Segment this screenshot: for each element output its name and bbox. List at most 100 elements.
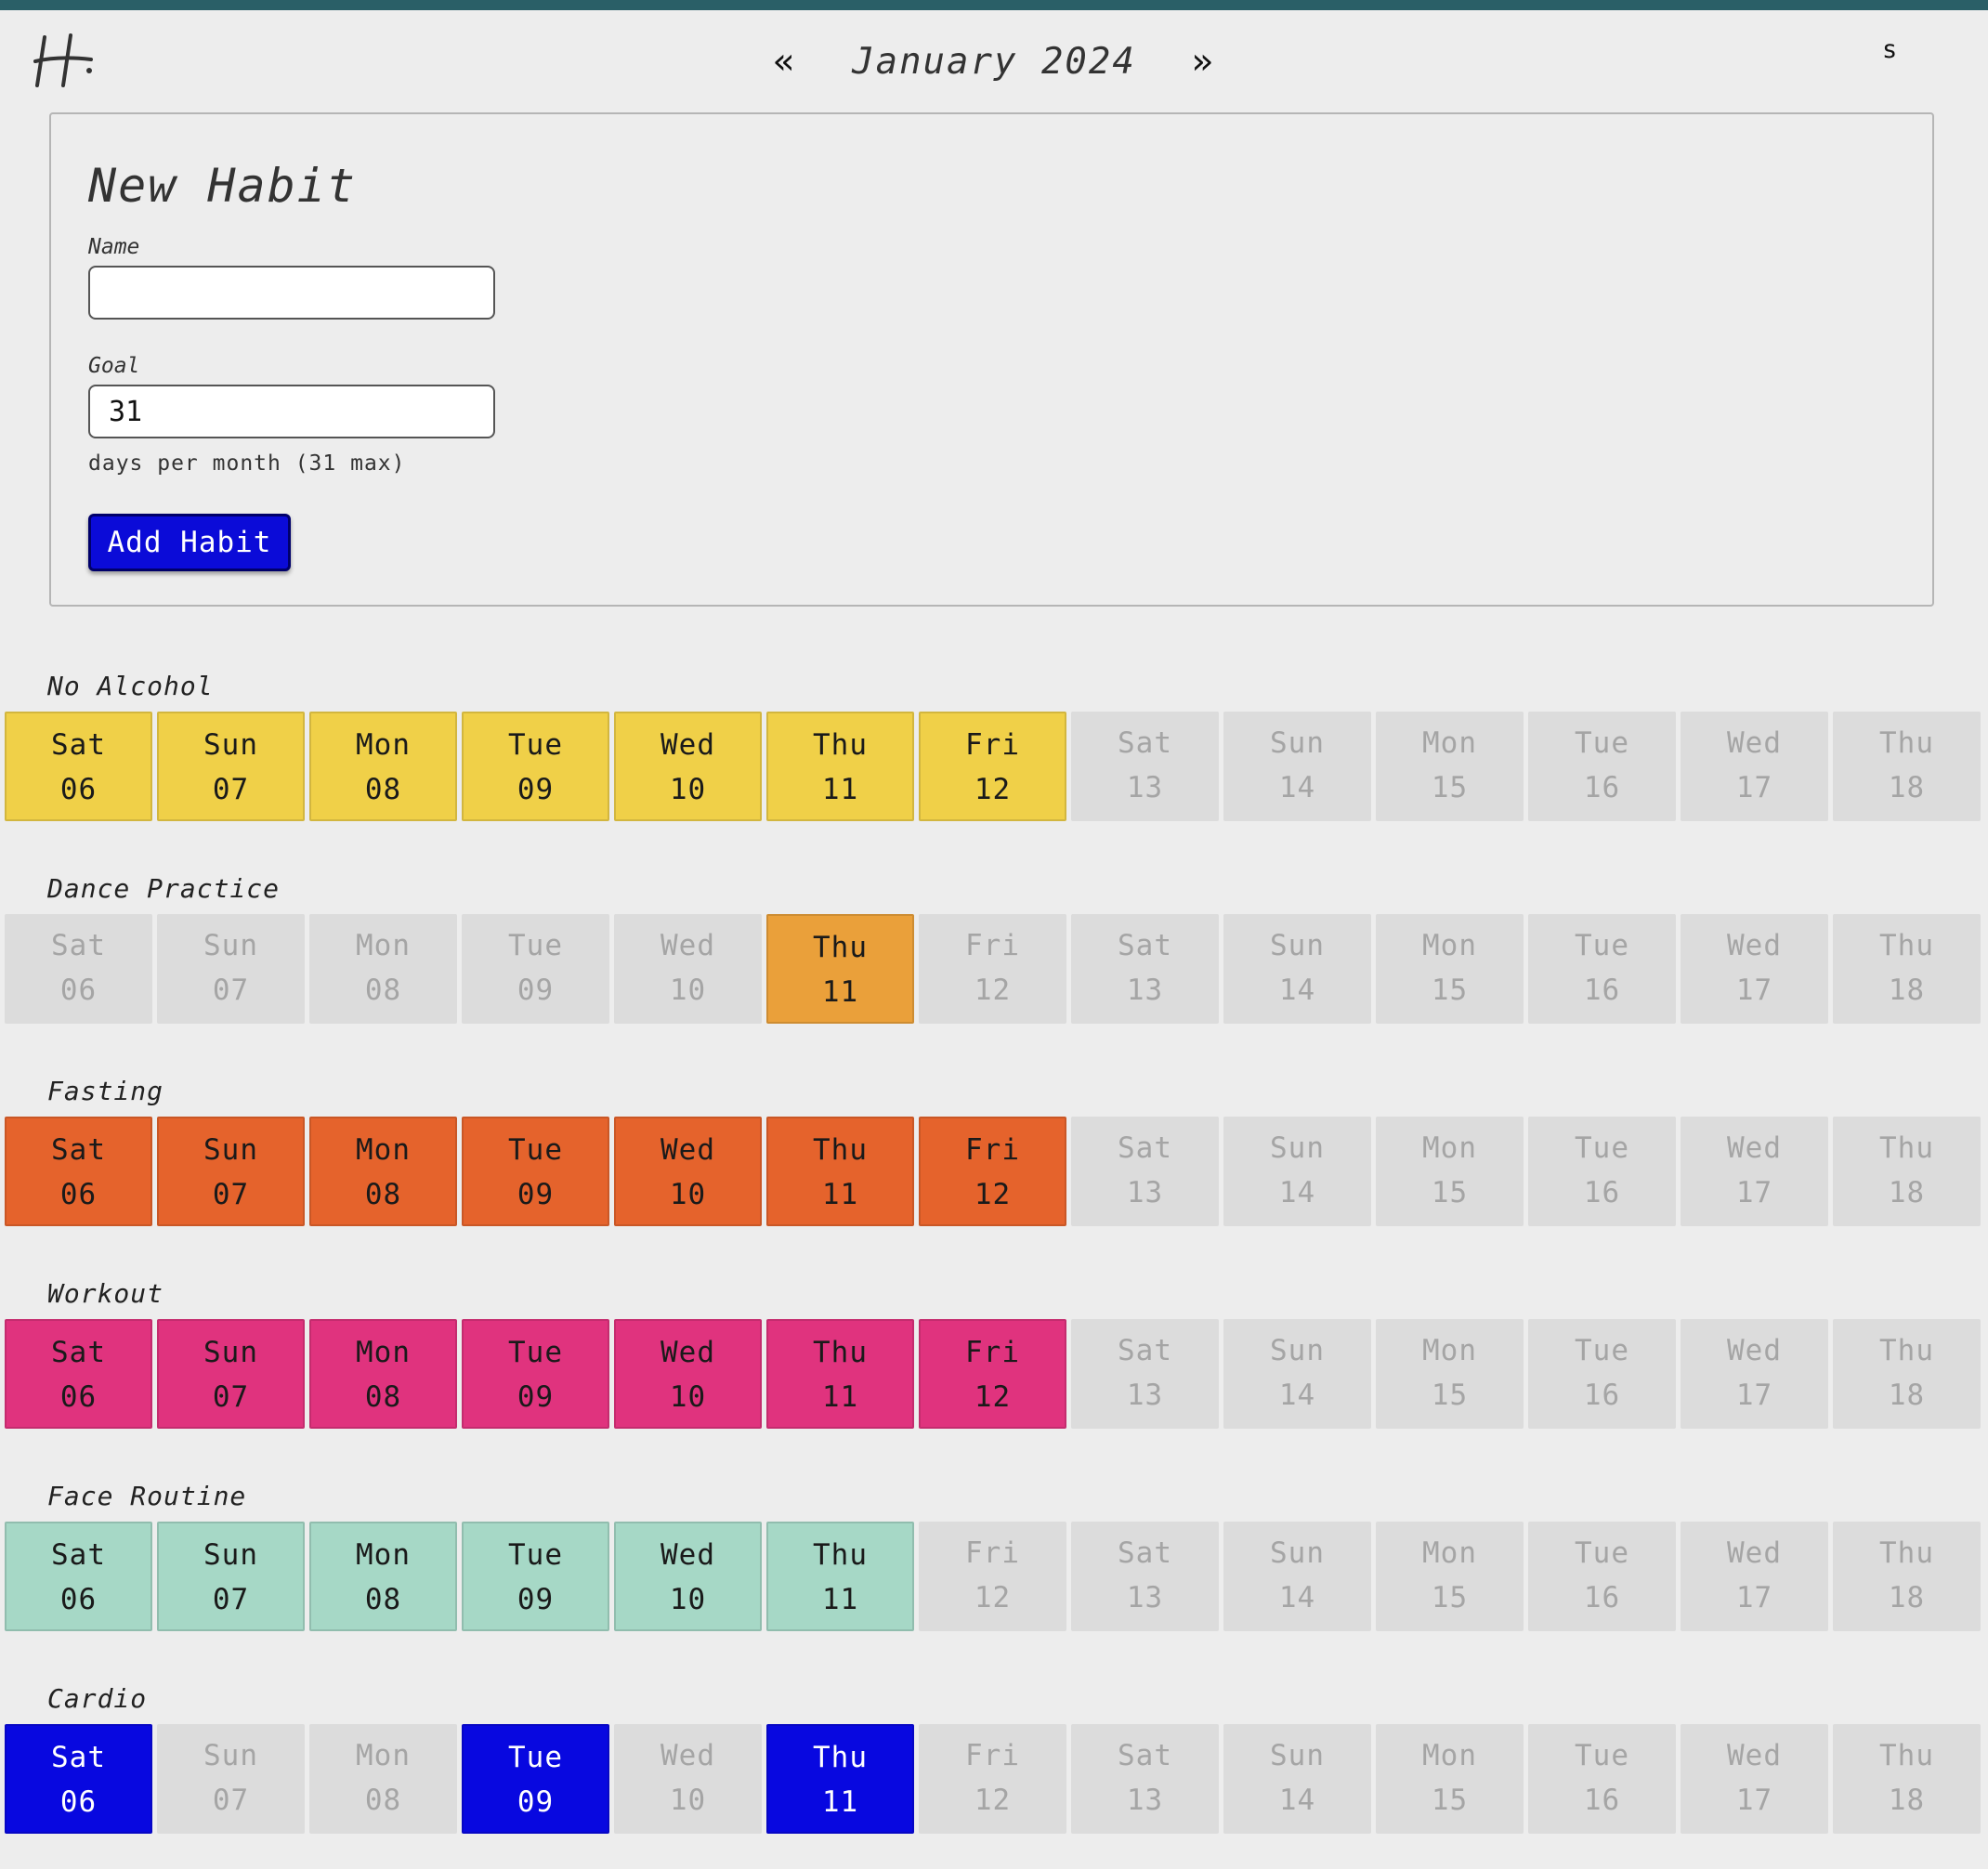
day-cell-done[interactable]: Tue 09	[462, 1117, 609, 1226]
prev-month-button[interactable]: «	[764, 41, 805, 83]
day-cell[interactable]: Tue 16	[1528, 1319, 1676, 1429]
day-cell[interactable]: Mon 15	[1376, 712, 1524, 821]
day-cell[interactable]: Wed 17	[1681, 1117, 1828, 1226]
day-cell-done[interactable]: Mon 08	[309, 712, 457, 821]
day-cell-done[interactable]: Sat 06	[5, 1117, 152, 1226]
day-cell[interactable]: Mon 15	[1376, 914, 1524, 1024]
day-cell[interactable]: Sat 13	[1071, 1117, 1219, 1226]
day-cell[interactable]: Thu 18	[1833, 1319, 1981, 1429]
day-cell-done[interactable]: Fri 12	[919, 712, 1066, 821]
day-cell[interactable]: Sun 07	[157, 914, 305, 1024]
day-cell-done[interactable]: Sat 06	[5, 1724, 152, 1834]
habit-name[interactable]: No Alcohol	[47, 671, 214, 701]
day-cell-done[interactable]: Tue 09	[462, 712, 609, 821]
day-cell[interactable]: Sat 06	[5, 914, 152, 1024]
day-cell[interactable]: Tue 16	[1528, 1724, 1676, 1834]
day-cell[interactable]: Wed 17	[1681, 1522, 1828, 1631]
day-cell[interactable]: Mon 15	[1376, 1117, 1524, 1226]
day-cell[interactable]: Thu 18	[1833, 1522, 1981, 1631]
day-cell[interactable]: Tue 16	[1528, 712, 1676, 821]
day-cell-done[interactable]: Sun 07	[157, 1522, 305, 1631]
day-cell[interactable]: Thu 18	[1833, 1117, 1981, 1226]
day-cell[interactable]: Thu 18	[1833, 1724, 1981, 1834]
habit-name[interactable]: Face Routine	[47, 1481, 246, 1511]
day-cell[interactable]: Tue 09	[462, 914, 609, 1024]
day-cell[interactable]: Sun 07	[157, 1724, 305, 1834]
day-cell[interactable]: Wed 10	[614, 914, 762, 1024]
day-cell-done[interactable]: Sun 07	[157, 1319, 305, 1429]
habit-name[interactable]: Cardio	[47, 1683, 147, 1714]
day-cell[interactable]: Sat 13	[1071, 1724, 1219, 1834]
day-cell[interactable]: Tue 16	[1528, 1522, 1676, 1631]
day-name: Sat	[51, 1538, 106, 1572]
day-name: Mon	[1422, 726, 1477, 760]
form-title: New Habit	[88, 159, 357, 213]
day-cell[interactable]: Mon 08	[309, 914, 457, 1024]
day-cell[interactable]: Thu 18	[1833, 914, 1981, 1024]
add-habit-button[interactable]: Add Habit	[88, 514, 291, 571]
day-cell-done[interactable]: Sat 06	[5, 1522, 152, 1631]
day-number: 13	[1126, 771, 1164, 804]
day-cell-done[interactable]: Sun 07	[157, 1117, 305, 1226]
day-cell[interactable]: Mon 08	[309, 1724, 457, 1834]
day-name: Mon	[1422, 1334, 1477, 1367]
day-cell-done[interactable]: Thu 11	[766, 712, 914, 821]
day-cell-done[interactable]: Mon 08	[309, 1319, 457, 1429]
day-cell-done[interactable]: Thu 11	[766, 1319, 914, 1429]
habit-name[interactable]: Dance Practice	[47, 873, 280, 904]
day-cell-done[interactable]: Wed 10	[614, 1117, 762, 1226]
day-cell[interactable]: Sat 13	[1071, 1319, 1219, 1429]
day-cell[interactable]: Sun 14	[1223, 914, 1371, 1024]
day-cell-done[interactable]: Wed 10	[614, 712, 762, 821]
day-cell[interactable]: Sat 13	[1071, 1522, 1219, 1631]
day-cell-done[interactable]: Wed 10	[614, 1319, 762, 1429]
habit-goal-input[interactable]	[88, 385, 495, 438]
day-cell[interactable]: Mon 15	[1376, 1724, 1524, 1834]
day-name: Sun	[203, 1336, 258, 1369]
day-cell-done[interactable]: Thu 11	[766, 1117, 914, 1226]
day-cell-done[interactable]: Tue 09	[462, 1319, 609, 1429]
day-cell[interactable]: Tue 16	[1528, 1117, 1676, 1226]
day-name: Thu	[1879, 1334, 1934, 1367]
day-cell-done[interactable]: Wed 10	[614, 1522, 762, 1631]
day-cell[interactable]: Fri 12	[919, 1522, 1066, 1631]
day-cell-done[interactable]: Sun 07	[157, 712, 305, 821]
day-name: Mon	[1422, 1536, 1477, 1570]
day-cell[interactable]: Thu 18	[1833, 712, 1981, 821]
day-cell[interactable]: Wed 17	[1681, 1724, 1828, 1834]
day-cell[interactable]: Sun 14	[1223, 1724, 1371, 1834]
habit-name[interactable]: Fasting	[47, 1076, 163, 1106]
day-cell[interactable]: Fri 12	[919, 914, 1066, 1024]
day-cell-done[interactable]: Mon 08	[309, 1117, 457, 1226]
day-cell[interactable]: Sat 13	[1071, 914, 1219, 1024]
day-cell[interactable]: Sun 14	[1223, 1522, 1371, 1631]
day-cell-done[interactable]: Sat 06	[5, 1319, 152, 1429]
day-cell-done[interactable]: Thu 11	[766, 914, 914, 1024]
day-cell[interactable]: Sat 13	[1071, 712, 1219, 821]
day-cell-done[interactable]: Tue 09	[462, 1724, 609, 1834]
day-cell[interactable]: Wed 17	[1681, 1319, 1828, 1429]
day-cell[interactable]: Sun 14	[1223, 712, 1371, 821]
day-number: 09	[517, 1178, 555, 1211]
day-name: Wed	[1727, 1536, 1782, 1570]
day-cell[interactable]: Sun 14	[1223, 1319, 1371, 1429]
day-cell-done[interactable]: Tue 09	[462, 1522, 609, 1631]
habit-name-input[interactable]	[88, 266, 495, 320]
habit-name[interactable]: Workout	[47, 1278, 163, 1309]
day-cell[interactable]: Mon 15	[1376, 1522, 1524, 1631]
day-cell[interactable]: Wed 10	[614, 1724, 762, 1834]
day-cell[interactable]: Wed 17	[1681, 914, 1828, 1024]
day-cell-done[interactable]: Fri 12	[919, 1117, 1066, 1226]
day-cell[interactable]: Tue 16	[1528, 914, 1676, 1024]
day-cell-done[interactable]: Thu 11	[766, 1724, 914, 1834]
day-cell[interactable]: Fri 12	[919, 1724, 1066, 1834]
day-cell[interactable]: Wed 17	[1681, 712, 1828, 821]
day-cell-done[interactable]: Thu 11	[766, 1522, 914, 1631]
day-cell-done[interactable]: Fri 12	[919, 1319, 1066, 1429]
day-cell[interactable]: Sun 14	[1223, 1117, 1371, 1226]
next-month-button[interactable]: »	[1182, 41, 1223, 83]
day-cell-done[interactable]: Mon 08	[309, 1522, 457, 1631]
account-menu-button[interactable]: s	[1882, 35, 1897, 64]
day-cell[interactable]: Mon 15	[1376, 1319, 1524, 1429]
day-cell-done[interactable]: Sat 06	[5, 712, 152, 821]
